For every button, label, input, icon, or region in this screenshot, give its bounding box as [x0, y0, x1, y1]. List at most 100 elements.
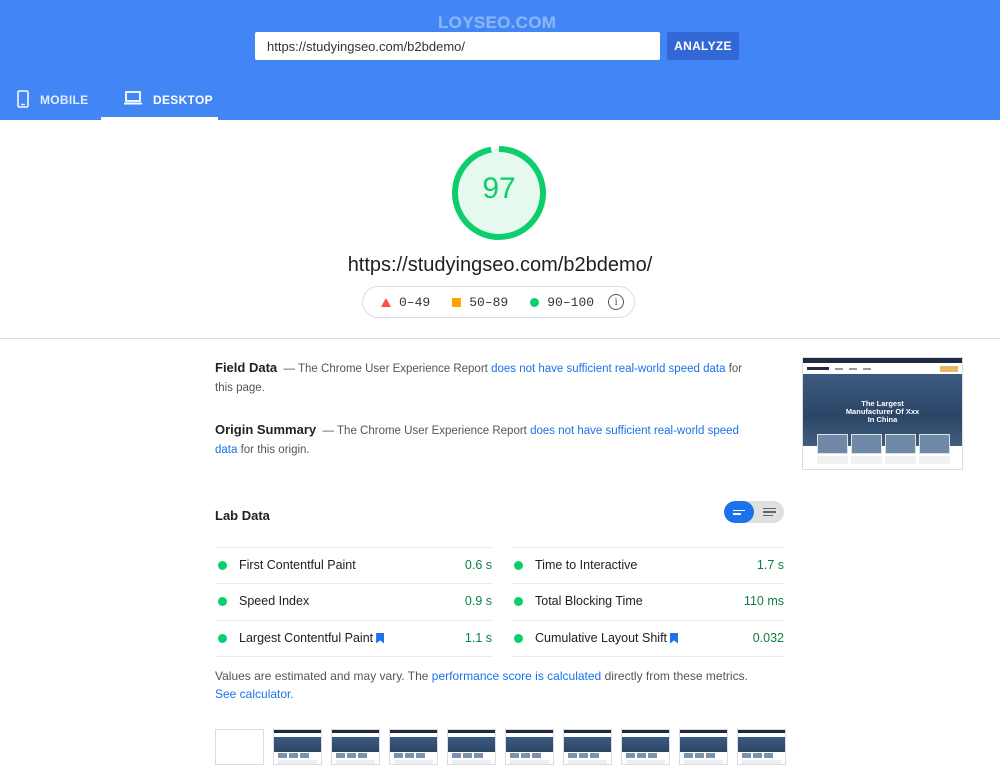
metric-value: 1.7 s [756, 558, 784, 572]
laptop-icon [123, 90, 143, 109]
thumbnail-nav-item [863, 367, 871, 370]
filmstrip-frame [621, 729, 670, 765]
metric-value: 110 ms [743, 594, 784, 608]
performance-score-link[interactable]: performance score is calculated [432, 669, 601, 683]
filmstrip-frame [447, 729, 496, 765]
thumbnail-caption [885, 456, 916, 464]
thumbnail-card-captions [817, 456, 950, 464]
square-icon [452, 297, 462, 307]
tab-desktop-label: DESKTOP [153, 93, 213, 107]
field-data-section: Field Data — The Chrome User Experience … [215, 358, 745, 398]
metric-largest-contentful-paint: Largest Contentful Paint 1.1 s [218, 620, 492, 656]
filmstrip-frame [331, 729, 380, 765]
score-legend: 0–49 50–89 90–100 i [362, 286, 635, 318]
header-bar: LOYSEO.COM ANALYZE MOBILE DESKTOP [0, 0, 1000, 120]
tab-desktop[interactable]: DESKTOP [101, 84, 218, 120]
metric-cumulative-layout-shift: Cumulative Layout Shift 0.032 [514, 620, 784, 656]
metric-value: 1.1 s [464, 631, 492, 645]
origin-summary-section: Origin Summary — The Chrome User Experie… [215, 420, 745, 460]
thumbnail-nav-item [849, 367, 857, 370]
pass-dot-icon [514, 560, 523, 570]
legend-average: 50–89 [452, 295, 508, 310]
tab-mobile[interactable]: MOBILE [16, 84, 88, 120]
metric-name: Time to Interactive [535, 558, 757, 572]
bookmark-icon[interactable] [376, 632, 385, 644]
info-icon[interactable]: i [608, 294, 625, 310]
metric-name: Largest Contentful Paint [239, 631, 465, 645]
pass-dot-icon [514, 596, 523, 606]
thumbnail-nav-item [835, 367, 843, 370]
see-calculator-link[interactable]: See calculator. [215, 687, 294, 701]
analyze-button[interactable]: ANALYZE [667, 32, 739, 60]
legend-fail: 0–49 [381, 295, 430, 310]
metric-name-text: Cumulative Layout Shift [535, 631, 668, 645]
thumbnail-card [851, 434, 882, 454]
lab-data-title: Lab Data [215, 508, 270, 523]
metric-value: 0.9 s [464, 594, 492, 608]
bookmark-icon[interactable] [670, 632, 679, 644]
thumbnail-hero-text: The Largest Manufacturer Of Xxx In China [803, 400, 962, 424]
metric-name-text: Time to Interactive [535, 558, 638, 572]
filmstrip-frame [389, 729, 438, 765]
phone-icon [16, 90, 30, 111]
tested-url: https://studyingseo.com/b2bdemo/ [347, 254, 653, 276]
triangle-icon [381, 297, 391, 307]
expanded-list-icon [762, 507, 776, 517]
thumbnail-caption [851, 456, 882, 464]
metric-total-blocking-time: Total Blocking Time 110 ms [514, 583, 784, 619]
url-input[interactable] [255, 32, 660, 60]
tab-mobile-label: MOBILE [40, 93, 89, 107]
thumbnail-card [817, 434, 848, 454]
legend-fail-label: 0–49 [399, 294, 431, 310]
legend-average-label: 50–89 [469, 294, 509, 310]
filmstrip-frame [273, 729, 322, 765]
filmstrip-frame [679, 729, 728, 765]
thumbnail-hero-line: In China [867, 415, 898, 424]
load-filmstrip [215, 729, 786, 765]
section-divider [0, 338, 1000, 339]
estimate-note: Values are estimated and may vary. The p… [215, 667, 755, 703]
field-data-dash: — [283, 363, 296, 375]
filmstrip-frame [563, 729, 612, 765]
filmstrip-frame [505, 729, 554, 765]
metric-name: Total Blocking Time [535, 594, 744, 608]
metric-value: 0.6 s [464, 558, 492, 572]
filmstrip-frame [737, 729, 786, 765]
expanded-view-button[interactable] [754, 501, 784, 523]
field-data-link[interactable]: does not have sufficient real-world spee… [491, 363, 725, 375]
origin-summary-dash: — [322, 425, 335, 437]
field-data-title: Field Data [215, 360, 278, 375]
thumbnail-logo [807, 367, 829, 370]
metrics-view-toggle[interactable] [724, 501, 784, 523]
pass-dot-icon [218, 560, 227, 570]
metric-name: Speed Index [239, 594, 465, 608]
thumbnail-caption [919, 456, 950, 464]
legend-pass: 90–100 [530, 295, 594, 310]
legend-pass-label: 90–100 [547, 294, 595, 310]
metric-first-contentful-paint: First Contentful Paint 0.6 s [218, 547, 492, 583]
thumbnail-cards [817, 434, 950, 454]
compact-view-button[interactable] [724, 501, 754, 523]
metric-name-text: Speed Index [239, 594, 310, 608]
metric-value: 0.032 [752, 631, 784, 645]
thumbnail-nav-button [940, 365, 958, 372]
pass-dot-icon [514, 633, 523, 643]
metric-name: Cumulative Layout Shift [535, 631, 753, 645]
filmstrip-frame-blank [215, 729, 264, 765]
circle-icon [530, 297, 540, 307]
note-text: directly from these metrics. [604, 669, 748, 683]
thumbnail-card [919, 434, 950, 454]
metric-speed-index: Speed Index 0.9 s [218, 583, 492, 619]
compact-list-icon [733, 509, 745, 515]
origin-summary-text-after: for this origin. [240, 444, 310, 456]
thumbnail-caption [817, 456, 848, 464]
metric-name-text: First Contentful Paint [239, 558, 356, 572]
field-data-text: The Chrome User Experience Report [298, 363, 488, 375]
metric-divider [511, 656, 784, 657]
metric-name: First Contentful Paint [239, 558, 465, 572]
watermark: LOYSEO.COM [438, 13, 557, 32]
pass-dot-icon [218, 633, 227, 643]
origin-summary-text: The Chrome User Experience Report [337, 425, 527, 437]
score-value: 97 [482, 172, 516, 205]
metric-name-text: Total Blocking Time [535, 594, 643, 608]
